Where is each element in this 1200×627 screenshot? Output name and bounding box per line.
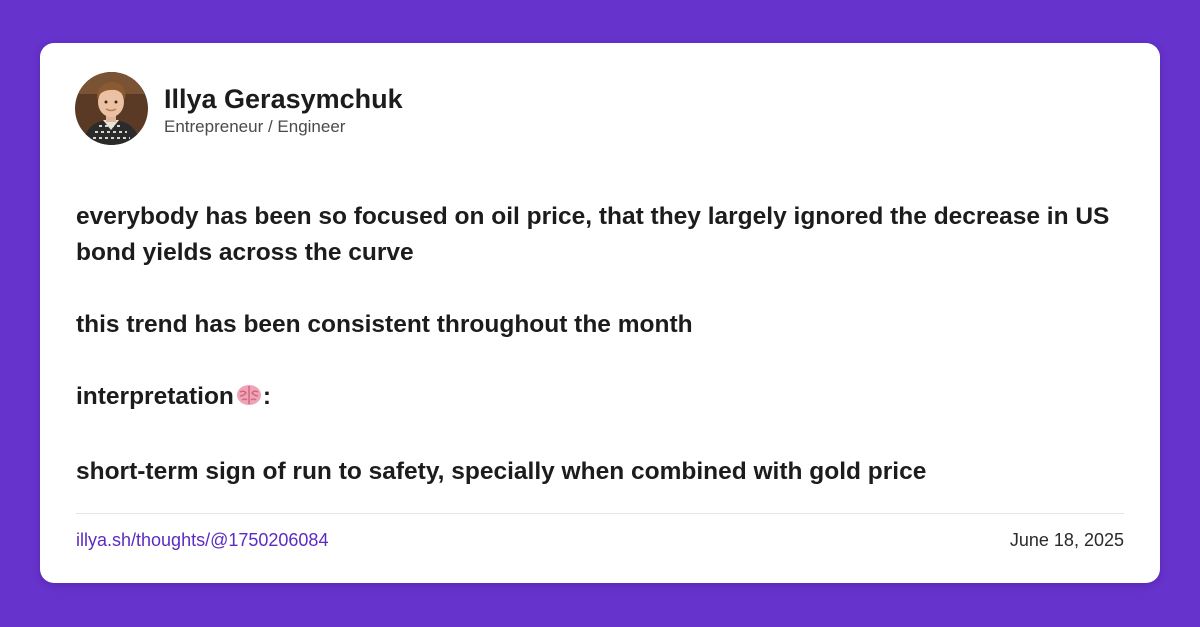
footer-divider [76, 513, 1124, 514]
author-name[interactable]: Illya Gerasymchuk [164, 84, 403, 115]
post-paragraph-2: this trend has been consistent throughou… [76, 311, 693, 338]
post-date: June 18, 2025 [1009, 530, 1124, 550]
brain-icon [236, 382, 262, 418]
post-card: Illya Gerasymchuk Entrepreneur / Enginee… [40, 43, 1160, 583]
post-paragraph-3-text: interpretation [76, 383, 234, 410]
profile-photo-icon [75, 72, 148, 145]
post-body: everybody has been so focused on oil pri… [76, 199, 1126, 490]
post-paragraph-3: interpretation : [76, 379, 1126, 418]
post-paragraph-3-suffix: : [262, 383, 272, 410]
post-permalink[interactable]: illya.sh/thoughts/@1750206084 [76, 530, 328, 551]
post-paragraph-1: everybody has been so focused on oil pri… [76, 203, 1110, 266]
post-paragraph-4: short-term sign of run to safety, specia… [76, 458, 927, 485]
author-title: Entrepreneur / Engineer [164, 117, 346, 136]
author-avatar[interactable] [75, 72, 148, 145]
